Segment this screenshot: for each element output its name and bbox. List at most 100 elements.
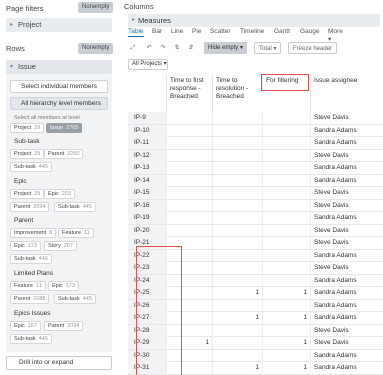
- swap-icon[interactable]: ⇅: [172, 42, 182, 54]
- chip-parent[interactable]: Parent 2094: [44, 321, 84, 331]
- tab-more[interactable]: More ▾: [328, 28, 343, 43]
- tab-timeline[interactable]: Timeline: [240, 28, 264, 35]
- chip-epic[interactable]: Epic 173: [10, 241, 41, 251]
- chip-project[interactable]: Project 29: [10, 123, 45, 133]
- tab-line[interactable]: Line: [171, 28, 183, 35]
- measures-dimension[interactable]: ▸ Measures: [128, 14, 380, 27]
- row-key[interactable]: IP-19: [128, 212, 166, 224]
- page-filters-nonempty-pill[interactable]: Nonempty: [78, 2, 114, 13]
- row-key[interactable]: IP-14: [128, 174, 166, 187]
- row-key[interactable]: IP-13: [128, 162, 166, 174]
- chip-count: 29: [34, 151, 41, 157]
- chip-sub-task[interactable]: Sub-task 445: [10, 162, 52, 172]
- rows-nonempty-pill[interactable]: Nonempty: [78, 43, 114, 54]
- chip-count: 445: [38, 164, 48, 170]
- row-key[interactable]: IP-10: [128, 124, 166, 137]
- chip-label: Epic: [48, 191, 59, 197]
- chip-count: 445: [82, 204, 92, 210]
- cell-first-response: [166, 149, 212, 162]
- chip-label: Project: [14, 151, 32, 157]
- cell-resolution: [212, 324, 262, 337]
- chip-feature[interactable]: Feature 11: [10, 281, 46, 291]
- issue-dimension[interactable]: ▾ Issue: [6, 60, 112, 74]
- chip-sub-task[interactable]: Sub-task 445: [54, 294, 96, 304]
- chip-epic[interactable]: Epic 203: [44, 189, 75, 199]
- cell-for-filtering: 1: [262, 312, 310, 324]
- cell-for-filtering: 1: [262, 287, 310, 299]
- tab-scatter[interactable]: Scatter: [210, 28, 231, 35]
- chip-parent[interactable]: Parent 2088: [10, 294, 50, 304]
- cell-assignee: Sandra Adams: [310, 124, 383, 137]
- cell-assignee: Steve Davis: [310, 262, 383, 274]
- header-resolution-breached[interactable]: Time to resolution - Breached: [212, 75, 260, 113]
- redo-icon[interactable]: ↷: [158, 42, 168, 54]
- page-filters-header: Page filters Nonempty: [6, 2, 114, 14]
- chip-project[interactable]: Project 29: [10, 149, 45, 159]
- chip-sub-task[interactable]: Sub-task 445: [54, 202, 96, 212]
- table-row: IP-9 Steve Davis: [128, 112, 383, 125]
- total-button[interactable]: Total ▾: [254, 42, 282, 54]
- drill-into-button[interactable]: Drill into or expand: [6, 356, 112, 370]
- cell-resolution: [212, 249, 262, 262]
- chip-feature[interactable]: Feature 11: [58, 228, 94, 238]
- row-key[interactable]: IP-20: [128, 224, 166, 237]
- toolbar: ⤢ ↶ ↷ ⇅ ⇵ Hide empty ▾ Total ▾ Freeze he…: [128, 42, 380, 55]
- cell-assignee: Sandra Adams: [310, 274, 383, 287]
- freeze-header-button[interactable]: Freeze header: [288, 42, 338, 54]
- header-for-filtering[interactable]: For filtering: [261, 74, 309, 91]
- group-title-2: Parent: [14, 217, 34, 224]
- header-first-response-breached[interactable]: Time to first response - Breached: [166, 75, 212, 113]
- row-key[interactable]: IP-12: [128, 149, 166, 162]
- cell-first-response: [166, 162, 212, 174]
- chip-epic[interactable]: Epic 173: [48, 281, 79, 291]
- expand-icon[interactable]: ⤢: [128, 42, 138, 54]
- chip-label: Epic: [14, 323, 25, 329]
- table-row: IP-19 Sandra Adams: [128, 212, 383, 225]
- hide-empty-button[interactable]: Hide empty ▾: [204, 42, 248, 54]
- chip-sub-task[interactable]: Sub-task 445: [10, 334, 52, 344]
- row-key[interactable]: IP-16: [128, 199, 166, 212]
- undo-icon[interactable]: ↶: [144, 42, 154, 54]
- select-individual-members-button[interactable]: Select individual members: [10, 80, 108, 93]
- chip-epic[interactable]: Epic 167: [10, 321, 41, 331]
- chip-project[interactable]: Project 29: [10, 189, 45, 199]
- chip-label: Sub-task: [58, 204, 80, 210]
- cell-resolution: [212, 187, 262, 199]
- table-row: IP-12 Steve Davis: [128, 149, 383, 162]
- group-title-3: Limited Plans: [14, 270, 54, 277]
- tab-bar[interactable]: Bar: [152, 28, 162, 35]
- chip-label: Sub-task: [14, 336, 36, 342]
- tab-table[interactable]: Table: [128, 28, 144, 37]
- all-hierarchy-level-members-button[interactable]: All hierarchy level members: [10, 97, 108, 110]
- columns-label: Columns: [124, 2, 154, 11]
- cell-for-filtering: [262, 212, 310, 224]
- chip-count: 445: [38, 336, 48, 342]
- header-issue-assignee[interactable]: Issue assignee: [310, 75, 383, 113]
- chip-parent[interactable]: Parent 2260: [44, 149, 84, 159]
- cell-resolution: [212, 299, 262, 312]
- cell-first-response: [166, 137, 212, 149]
- chip-count: 2094: [67, 323, 80, 329]
- tab-more-label: More: [328, 28, 343, 35]
- chip-label: Story: [48, 243, 61, 249]
- cell-resolution: [212, 124, 262, 137]
- tab-gauge[interactable]: Gauge: [300, 28, 320, 35]
- row-key[interactable]: IP-11: [128, 137, 166, 149]
- row-key[interactable]: IP-15: [128, 187, 166, 199]
- chip-issue[interactable]: Issue 2705: [46, 123, 83, 133]
- cell-for-filtering: [262, 262, 310, 274]
- chip-parent[interactable]: Parent 2094: [10, 202, 50, 212]
- sort-icon[interactable]: ⇵: [186, 42, 196, 54]
- row-key[interactable]: IP-9: [128, 112, 166, 124]
- chip-label: Parent: [48, 323, 65, 329]
- tab-pie[interactable]: Pie: [192, 28, 201, 35]
- chip-story[interactable]: Story 207: [44, 241, 78, 251]
- chip-count: 2705: [66, 125, 79, 131]
- project-filter-select[interactable]: All Projects ▾: [128, 59, 168, 70]
- project-dimension[interactable]: ▸ Project: [6, 18, 112, 32]
- hide-empty-label: Hide empty: [208, 45, 239, 51]
- tab-gantt[interactable]: Gantt: [274, 28, 290, 35]
- cell-for-filtering: [262, 237, 310, 249]
- chip-sub-task[interactable]: Sub-task 446: [10, 254, 52, 264]
- chip-improvement[interactable]: Improvement 8: [10, 228, 57, 238]
